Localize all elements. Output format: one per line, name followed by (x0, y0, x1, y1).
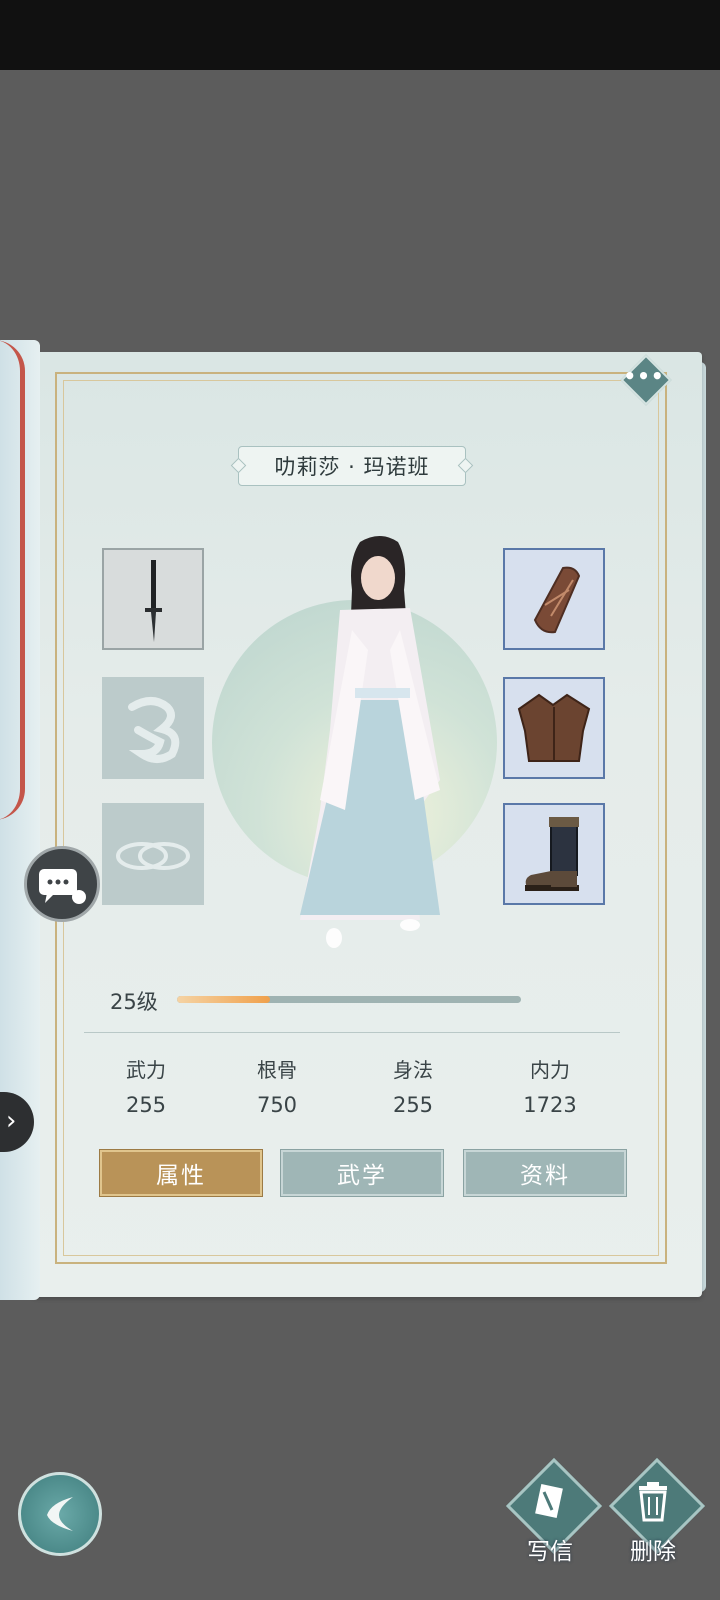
delete-button[interactable]: 删除 (605, 1457, 706, 1574)
dagger-icon (145, 560, 162, 642)
stat-strength: 武力 255 (86, 1054, 206, 1117)
stat-value: 1723 (523, 1093, 577, 1117)
level-label: 25级 (110, 990, 158, 1014)
book-ribbon (0, 340, 25, 820)
back-arrow-icon (47, 1497, 73, 1531)
write-letter-button[interactable]: 写信 (502, 1457, 603, 1574)
stat-constitution: 根骨 750 (217, 1054, 337, 1117)
stat-value: 255 (125, 1093, 167, 1117)
equip-slot-bracer[interactable] (503, 548, 605, 650)
level-progress-bar (177, 996, 521, 1003)
stat-value: 750 (256, 1093, 298, 1117)
back-button[interactable] (18, 1472, 102, 1556)
chat-button[interactable] (24, 846, 100, 922)
stat-inner-power: 内力 1723 (490, 1054, 610, 1117)
stat-label: 武力 (126, 1058, 166, 1082)
tab-martial-arts[interactable]: 武学 (280, 1149, 444, 1197)
stat-label: 根骨 (257, 1058, 297, 1082)
boots-icon (525, 817, 579, 891)
stat-value: 255 (392, 1093, 434, 1117)
more-icon: ••• (623, 364, 665, 388)
rings-icon (116, 842, 190, 870)
more-options-button[interactable]: ••• (620, 354, 672, 406)
divider (84, 1032, 620, 1033)
ornament-icon (128, 697, 180, 763)
action-label: 删除 (630, 1539, 676, 1565)
equip-slot-armor[interactable] (503, 677, 605, 779)
chest-armor-icon (517, 693, 591, 762)
action-label: 写信 (527, 1539, 573, 1565)
equip-slot-ring[interactable] (102, 803, 204, 905)
stat-agility: 身法 255 (353, 1054, 473, 1117)
status-bar (0, 0, 720, 70)
tab-profile[interactable]: 资料 (463, 1149, 627, 1197)
level-progress-fill (177, 996, 270, 1003)
tab-attributes[interactable]: 属性 (99, 1149, 263, 1197)
bracer-icon (533, 566, 581, 634)
character-name: 叻莉莎 · 玛诺班 (238, 446, 466, 486)
stat-label: 内力 (530, 1058, 570, 1082)
equip-slot-weapon[interactable] (102, 548, 204, 650)
character-portrait (300, 536, 440, 948)
chat-icon (39, 869, 86, 904)
equip-slot-boots[interactable] (503, 803, 605, 905)
stat-label: 身法 (393, 1058, 433, 1082)
equip-slot-ornament[interactable] (102, 677, 204, 779)
